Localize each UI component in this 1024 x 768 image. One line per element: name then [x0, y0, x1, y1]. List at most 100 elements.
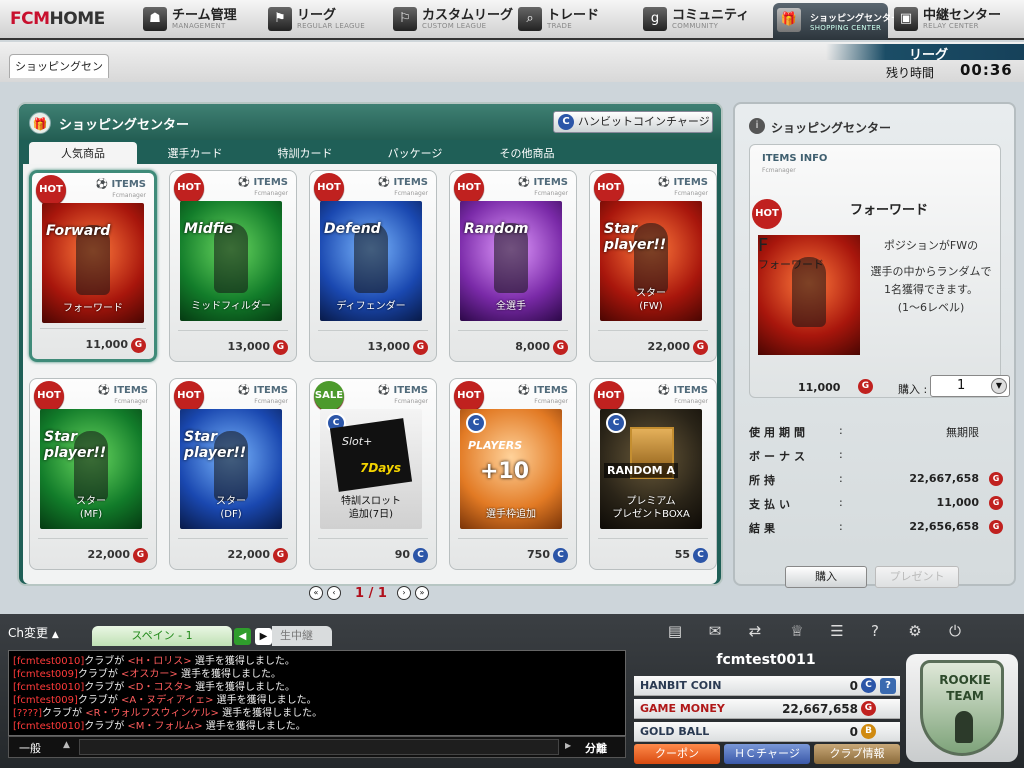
item-card[interactable]: HOT ⚽ ITEMS Fcmanager Star player!! スター (DF)…: [169, 378, 297, 570]
items-sublabel: Fcmanager: [254, 190, 288, 197]
items-info-sublabel: Fcmanager: [762, 167, 796, 174]
items-sublabel: Fcmanager: [534, 190, 568, 197]
hot-badge: HOT: [752, 199, 782, 229]
live-broadcast-tab[interactable]: 生中継: [272, 626, 332, 646]
nav-community[interactable]: g コミュニティ COMMUNITY: [643, 4, 763, 36]
item-card[interactable]: HOT ⚽ ITEMS Fcmanager Defend ディフェンダー 13,000 G: [309, 170, 437, 362]
tab-player-cards[interactable]: 選手カード: [141, 142, 249, 164]
divider: [40, 328, 146, 329]
chat-text: クラブが: [84, 682, 125, 693]
gold-currency-icon: G: [989, 472, 1003, 486]
item-artwork: C PLAYERS +10 選手枠追加: [460, 409, 562, 529]
stat-gold-ball: GOLD BALL 0 B: [634, 722, 900, 742]
info-row-payment: 支払い : 11,000 G: [749, 496, 1005, 514]
player-figure: [792, 257, 826, 327]
item-grid: HOT ⚽ ITEMS Fcmanager Forward フォーワード 11,000 G H…: [23, 164, 717, 584]
nav-trade[interactable]: ⌕ トレード TRADE: [518, 4, 628, 36]
item-artwork: Defend ディフェンダー: [320, 201, 422, 321]
fcm-home-logo[interactable]: FCMHOME: [10, 6, 128, 32]
items-text: ITEMS: [393, 177, 428, 188]
quantity-select[interactable]: 1 ▼: [930, 375, 1010, 397]
item-card[interactable]: HOT ⚽ ITEMS Fcmanager C PLAYERS +10 選手枠追加 750 C: [449, 378, 577, 570]
gear-icon[interactable]: ⚙: [904, 620, 926, 642]
top-navigation: FCMHOME ☗ チーム管理 MANAGEMENT ⚑ リーグ REGULAR…: [0, 0, 1024, 40]
first-page-button[interactable]: «: [309, 586, 323, 600]
present-button[interactable]: プレゼント: [875, 566, 959, 588]
nav-relay-center[interactable]: ▣ 中継センター RELAY CENTER: [894, 4, 1022, 36]
ball-icon: ⚽: [517, 177, 530, 188]
tab-packages[interactable]: パッケージ: [361, 142, 469, 164]
gold-currency-icon: G: [133, 548, 148, 563]
stat-hanbit-coin: HANBIT COIN 0 C ?: [634, 676, 900, 696]
chevron-left-icon[interactable]: ◀: [234, 628, 251, 645]
chevron-down-icon[interactable]: ▼: [991, 378, 1007, 394]
league-timer: リーグ 残り時間 00:36: [826, 42, 1024, 84]
chat-mode-select[interactable]: 一般: [19, 740, 41, 756]
help-icon[interactable]: ?: [880, 678, 896, 694]
breadcrumb-tab[interactable]: ショッピングセンター: [9, 54, 109, 97]
info-row-result: 結果 : 22,656,658 G: [749, 520, 1005, 538]
coupon-button[interactable]: クーポン: [634, 744, 720, 764]
hc-charge-button[interactable]: ＨＣチャージ: [724, 744, 810, 764]
item-card[interactable]: HOT ⚽ ITEMS Fcmanager Star player!! スター (FW)…: [589, 170, 717, 362]
next-page-button[interactable]: ›: [397, 586, 411, 600]
nav-shopping-center[interactable]: 🎁 ショッピングセンター SHOPPING CENTER: [773, 3, 900, 40]
item-card[interactable]: HOT ⚽ ITEMS Fcmanager C RANDOM A プレミアム プレゼントB…: [589, 378, 717, 570]
chat-icon[interactable]: ☰: [826, 620, 848, 642]
chevron-right-icon[interactable]: ▶: [565, 741, 571, 750]
item-card[interactable]: HOT ⚽ ITEMS Fcmanager Star player!! スター (MF)…: [29, 378, 157, 570]
items-label: ⚽ ITEMS: [96, 179, 146, 190]
chevron-up-icon: ▲: [51, 630, 59, 640]
row-colon: :: [839, 472, 843, 485]
chevron-up-icon[interactable]: ▲: [63, 740, 70, 750]
row-colon: :: [839, 520, 843, 533]
last-page-button[interactable]: »: [415, 586, 429, 600]
tab-popular[interactable]: 人気商品: [29, 142, 137, 164]
chat-text: クラブが: [84, 656, 125, 667]
tab-training-cards[interactable]: 特訓カード: [251, 142, 359, 164]
chat-player: <H・ロリス>: [127, 656, 192, 667]
coin-icon: C: [693, 548, 708, 563]
desc-line: ポジションがFWの: [883, 239, 979, 252]
items-label: ⚽ ITEMS: [238, 177, 288, 188]
chat-line: [fcmtest009]クラブが <A・ヌディアイェ> 選手を獲得しました。: [13, 694, 317, 707]
item-card[interactable]: HOT ⚽ ITEMS Fcmanager Random 全選手 8,000 G: [449, 170, 577, 362]
transfer-icon[interactable]: ⇄: [744, 620, 766, 642]
nav-management[interactable]: ☗ チーム管理 MANAGEMENT: [143, 4, 263, 36]
art-players: PLAYERS: [468, 439, 523, 452]
item-artwork: Forward フォーワード: [42, 203, 144, 323]
channel-change-button[interactable]: Ch変更 ▲: [8, 624, 59, 641]
item-artwork: Star player!! スター (FW): [600, 201, 702, 321]
art-title: +10: [480, 459, 530, 484]
item-name: フォーワード: [850, 203, 929, 218]
help-icon[interactable]: ?: [864, 620, 886, 642]
hanbit-coin-charge-button[interactable]: C ハンビットコインチャージ: [553, 111, 713, 133]
items-text: ITEMS: [113, 385, 148, 396]
item-card[interactable]: SALE ⚽ ITEMS Fcmanager C Slot+ 7Days 特訓スロット 追加…: [309, 378, 437, 570]
nav-regular-league[interactable]: ⚑ リーグ REGULAR LEAGUE: [268, 4, 388, 36]
chevron-right-icon[interactable]: ▶: [255, 628, 272, 645]
chat-input[interactable]: [79, 739, 559, 755]
tab-other[interactable]: その他商品: [473, 142, 581, 164]
buy-button[interactable]: 購入: [785, 566, 867, 588]
prev-page-button[interactable]: ‹: [327, 586, 341, 600]
nav-custom-league[interactable]: ⚐ カスタムリーグ CUSTOM LEAGUE: [393, 4, 513, 36]
chat-channel-tab[interactable]: スペイン - 1: [92, 626, 232, 646]
chat-separate-button[interactable]: 分離: [585, 740, 607, 756]
chat-player: <R・ウォルフスウィンケル>: [85, 708, 219, 719]
club-info-button[interactable]: クラブ情報: [814, 744, 900, 764]
item-description: ポジションがFWの 選手の中からランダムで 1名獲得できます。 (1〜6レベル): [866, 237, 996, 317]
nav-label: カスタムリーグ: [422, 8, 514, 23]
hot-badge: HOT: [454, 381, 484, 411]
gold-currency-icon: G: [693, 340, 708, 355]
item-card[interactable]: HOT ⚽ ITEMS Fcmanager Midfie ミッドフィルダー 13,000 G: [169, 170, 297, 362]
item-card[interactable]: HOT ⚽ ITEMS Fcmanager Forward フォーワード 11,000 G: [29, 170, 157, 362]
desc-line: (1〜6レベル): [897, 301, 965, 314]
coin-icon: C: [413, 548, 428, 563]
chat-sender: [fcmtest009]: [13, 695, 78, 706]
trophy-icon[interactable]: ♕: [786, 620, 808, 642]
image-icon[interactable]: ✉: [704, 620, 726, 642]
gold-currency-icon: G: [861, 701, 876, 716]
power-icon[interactable]: ⏻: [944, 620, 966, 642]
profile-icon[interactable]: ▤: [664, 620, 686, 642]
